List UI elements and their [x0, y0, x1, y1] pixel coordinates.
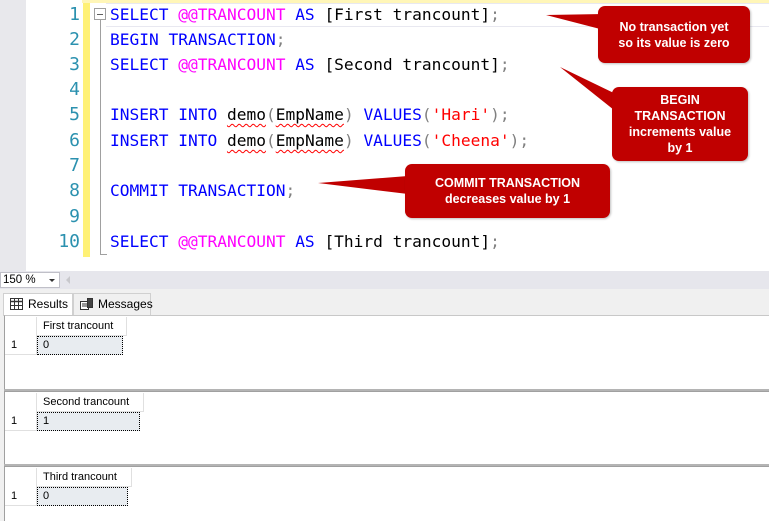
keyword: TRANSACTION — [168, 30, 276, 49]
callout-commit-text-2: decreases value by 1 — [444, 192, 571, 206]
tab-messages-label: Messages — [98, 297, 153, 311]
callout-commit-text-1: COMMIT TRANSACTION — [434, 176, 581, 190]
scroll-left-icon[interactable] — [66, 276, 70, 284]
column-alias: [Third trancount] — [324, 232, 491, 251]
keyword: AS — [295, 232, 315, 251]
column-name: EmpName — [275, 105, 344, 124]
zoom-bar: 150 % — [0, 271, 769, 289]
column-header[interactable]: First trancount — [36, 317, 127, 336]
keyword: AS — [295, 5, 315, 24]
system-variable: @@TRANCOUNT — [178, 55, 286, 74]
table-name: demo — [226, 131, 266, 150]
column-alias: [Second trancount] — [324, 55, 500, 74]
string-literal: 'Cheena' — [431, 131, 510, 150]
punctuation: ( — [421, 131, 432, 150]
column-header[interactable]: Third trancount — [36, 468, 132, 487]
callout-begin-text: BEGIN TRANSACTION increments value by 1 — [628, 93, 732, 155]
code-line-10: SELECT @@TRANCOUNT AS [Third trancount]; — [110, 229, 500, 254]
callout-first: No transaction yet so its value is zero — [598, 6, 750, 63]
row-number[interactable]: 1 — [5, 412, 37, 431]
system-variable: @@TRANCOUNT — [178, 232, 286, 251]
collapse-icon[interactable] — [94, 8, 106, 20]
editor-left-margin — [0, 0, 26, 271]
callout-begin: BEGIN TRANSACTION increments value by 1 — [612, 87, 748, 161]
callout-first-text: No transaction yet so its value is zero — [618, 19, 730, 50]
punctuation: ( — [265, 105, 276, 124]
code-line-5: INSERT INTO demo(EmpName) VALUES('Hari')… — [110, 102, 510, 127]
punctuation: ) — [490, 105, 500, 124]
messages-icon — [80, 298, 93, 310]
result-grid-3[interactable]: Third trancount 1 0 — [4, 466, 769, 521]
result-grid-2[interactable]: Second trancount 1 1 — [4, 391, 769, 464]
system-variable: @@TRANCOUNT — [178, 5, 286, 24]
line-number: 6 — [69, 130, 80, 151]
tab-results-label: Results — [28, 297, 69, 311]
keyword: BEGIN — [110, 30, 159, 49]
line-number: 9 — [69, 206, 80, 227]
line-number: 8 — [69, 180, 80, 201]
keyword: INTO — [178, 105, 218, 124]
keyword: VALUES — [363, 131, 422, 150]
column-header[interactable]: Second trancount — [36, 393, 144, 412]
callout-commit: COMMIT TRANSACTION decreases value by 1 — [405, 164, 610, 218]
chevron-down-icon — [49, 279, 55, 282]
code-line-8: COMMIT TRANSACTION; — [110, 178, 295, 203]
string-literal: 'Hari' — [431, 105, 491, 124]
keyword: AS — [295, 55, 315, 74]
zoom-level-value: 150 % — [3, 274, 36, 286]
result-cell[interactable]: 0 — [37, 336, 123, 355]
table-name: demo — [226, 105, 266, 124]
callout-begin-pointer — [560, 67, 620, 110]
punctuation: ; — [285, 181, 296, 200]
change-tracking-bar — [83, 3, 90, 257]
tab-results[interactable]: Results — [3, 293, 73, 316]
keyword: INSERT — [110, 131, 169, 150]
punctuation: ; — [499, 105, 510, 124]
punctuation: ) — [343, 131, 354, 150]
code-line-6: INSERT INTO demo(EmpName) VALUES('Cheena… — [110, 128, 529, 153]
zoom-level-dropdown[interactable]: 150 % — [0, 272, 60, 288]
keyword: TRANSACTION — [178, 181, 286, 200]
row-number[interactable]: 1 — [5, 336, 37, 355]
punctuation: ( — [265, 131, 276, 150]
callout-commit-pointer — [318, 176, 408, 194]
code-line-2: BEGIN TRANSACTION; — [110, 27, 285, 52]
result-cell[interactable]: 0 — [37, 487, 128, 506]
keyword: SELECT — [110, 5, 169, 24]
punctuation: ; — [275, 30, 286, 49]
keyword: SELECT — [110, 55, 169, 74]
line-number: 5 — [69, 104, 80, 125]
outline-fold-end — [100, 254, 107, 255]
line-number: 1 — [69, 4, 80, 25]
punctuation: ; — [519, 131, 530, 150]
line-number: 4 — [69, 79, 80, 100]
punctuation: ; — [490, 5, 500, 24]
outline-fold-line — [100, 20, 101, 255]
keyword: VALUES — [363, 105, 422, 124]
keyword: COMMIT — [110, 181, 169, 200]
keyword: SELECT — [110, 232, 169, 251]
sql-editor[interactable]: 1 2 3 4 5 6 7 8 9 10 SELECT @@TRANCOUNT … — [0, 0, 769, 271]
column-alias: [First trancount] — [324, 5, 491, 24]
column-name: EmpName — [275, 131, 344, 150]
tab-messages[interactable]: Messages — [73, 293, 153, 315]
line-number: 7 — [69, 155, 80, 176]
line-number: 2 — [69, 29, 80, 50]
row-number[interactable]: 1 — [5, 487, 37, 506]
code-line-1: SELECT @@TRANCOUNT AS [First trancount]; — [110, 2, 500, 27]
punctuation: ; — [490, 232, 500, 251]
punctuation: ) — [343, 105, 354, 124]
line-number: 3 — [69, 54, 80, 75]
punctuation: ) — [509, 131, 520, 150]
punctuation: ( — [421, 105, 432, 124]
keyword: INTO — [178, 131, 218, 150]
grid-icon — [10, 298, 23, 310]
result-cell[interactable]: 1 — [37, 412, 140, 431]
code-line-3: SELECT @@TRANCOUNT AS [Second trancount]… — [110, 52, 510, 77]
punctuation: ; — [499, 55, 510, 74]
keyword: INSERT — [110, 105, 169, 124]
line-number: 10 — [58, 231, 80, 252]
result-grid-1[interactable]: First trancount 1 0 — [4, 315, 769, 389]
